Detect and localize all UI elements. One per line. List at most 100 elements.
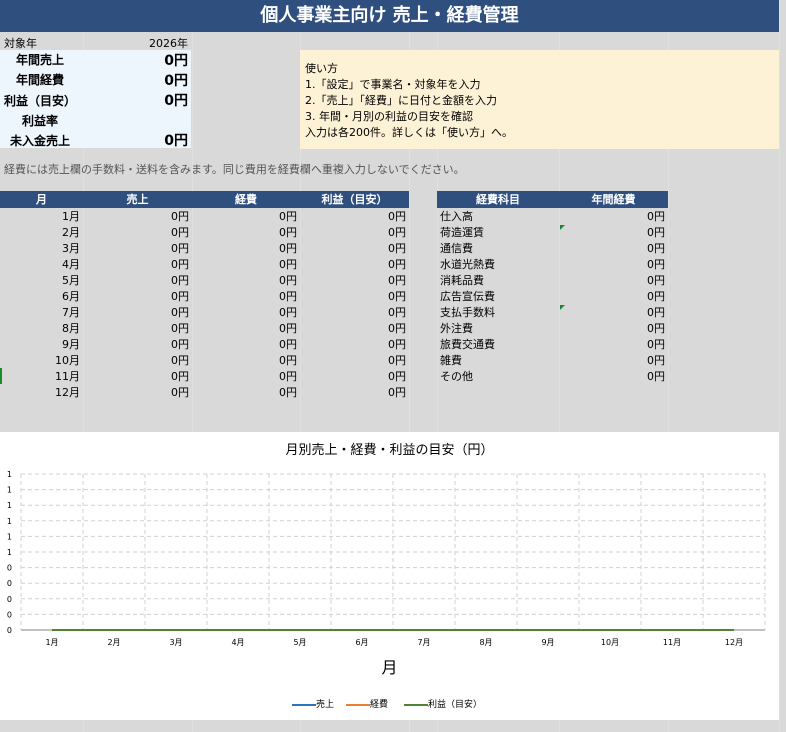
legend-swatch-expense — [346, 704, 370, 706]
profit-cell[interactable]: 0円 — [300, 289, 406, 305]
expense-category-cell[interactable]: 通信費 — [440, 241, 473, 257]
sales-cell[interactable]: 0円 — [83, 273, 189, 289]
expense-cell[interactable]: 0円 — [192, 337, 297, 353]
expense-cell[interactable]: 0円 — [192, 209, 297, 225]
summary-value-annual-expense[interactable]: 0円 — [100, 70, 188, 90]
month-cell[interactable]: 10月 — [0, 353, 80, 369]
expense-cell[interactable]: 0円 — [192, 369, 297, 385]
month-cell[interactable]: 1月 — [0, 209, 80, 225]
header-expense-category: 経費科目 — [437, 191, 559, 208]
header-annual-expense: 年間経費 — [559, 191, 668, 208]
sales-cell[interactable]: 0円 — [83, 305, 189, 321]
y-tick-label: 1 — [7, 486, 12, 495]
expense-category-cell[interactable]: 支払手数料 — [440, 305, 495, 321]
summary-label-unpaid-sales: 未入金売上 — [10, 134, 71, 148]
profit-cell[interactable]: 0円 — [300, 241, 406, 257]
expense-category-cell[interactable]: 雑費 — [440, 353, 462, 369]
expense-amount-cell[interactable]: 0円 — [559, 369, 665, 385]
profit-cell[interactable]: 0円 — [300, 225, 406, 241]
expense-amount-cell[interactable]: 0円 — [559, 241, 665, 257]
expense-cell[interactable]: 0円 — [192, 305, 297, 321]
expense-cell[interactable]: 0円 — [192, 385, 297, 401]
month-cell[interactable]: 9月 — [0, 337, 80, 353]
month-cell[interactable]: 8月 — [0, 321, 80, 337]
comment-marker-icon[interactable] — [560, 305, 565, 310]
expense-amount-cell[interactable]: 0円 — [559, 305, 665, 321]
profit-cell[interactable]: 0円 — [300, 209, 406, 225]
expense-category-cell[interactable]: 仕入高 — [440, 209, 473, 225]
expense-cell[interactable]: 0円 — [192, 257, 297, 273]
expense-amount-cell[interactable]: 0円 — [559, 273, 665, 289]
summary-value-profit[interactable]: 0円 — [100, 90, 188, 110]
sales-cell[interactable]: 0円 — [83, 369, 189, 385]
expense-amount-cell[interactable]: 0円 — [559, 209, 665, 225]
sales-cell[interactable]: 0円 — [83, 321, 189, 337]
expense-cell[interactable]: 0円 — [192, 353, 297, 369]
sales-cell[interactable]: 0円 — [83, 241, 189, 257]
x-tick-label: 10月 — [601, 638, 619, 647]
sales-cell[interactable]: 0円 — [83, 353, 189, 369]
expense-category-cell[interactable]: 荷造運賃 — [440, 225, 484, 241]
profit-cell[interactable]: 0円 — [300, 257, 406, 273]
sales-cell[interactable]: 0円 — [83, 337, 189, 353]
month-cell[interactable]: 12月 — [0, 385, 80, 401]
month-cell[interactable]: 4月 — [0, 257, 80, 273]
month-cell[interactable]: 3月 — [0, 241, 80, 257]
expense-category-cell[interactable]: その他 — [440, 369, 473, 385]
y-tick-label: 0 — [7, 595, 12, 604]
y-tick-label: 0 — [7, 564, 12, 573]
expense-category-cell[interactable]: 広告宣伝費 — [440, 289, 495, 305]
howto-line-2: 2.「売上」「経費」に日付と金額を入力 — [305, 94, 497, 107]
month-cell[interactable]: 5月 — [0, 273, 80, 289]
month-cell[interactable]: 2月 — [0, 225, 80, 241]
profit-cell[interactable]: 0円 — [300, 369, 406, 385]
expense-cell[interactable]: 0円 — [192, 289, 297, 305]
expense-cell[interactable]: 0円 — [192, 273, 297, 289]
x-tick-label: 11月 — [663, 638, 681, 647]
x-tick-label: 9月 — [541, 638, 554, 647]
expense-cell[interactable]: 0円 — [192, 225, 297, 241]
expense-category-cell[interactable]: 外注費 — [440, 321, 473, 337]
expense-amount-cell[interactable]: 0円 — [559, 289, 665, 305]
sales-cell[interactable]: 0円 — [83, 225, 189, 241]
chart-x-axis-label: 月 — [381, 658, 398, 677]
y-tick-label: 1 — [7, 532, 12, 541]
month-cell[interactable]: 11月 — [0, 369, 80, 385]
header-profit: 利益（目安） — [300, 191, 409, 208]
expense-category-cell[interactable]: 旅費交通費 — [440, 337, 495, 353]
summary-value-annual-sales[interactable]: 0円 — [100, 50, 188, 70]
profit-cell[interactable]: 0円 — [300, 305, 406, 321]
profit-cell[interactable]: 0円 — [300, 353, 406, 369]
expense-category-cell[interactable]: 消耗品費 — [440, 273, 484, 289]
summary-label-profit: 利益（目安） — [4, 94, 77, 108]
sales-cell[interactable]: 0円 — [83, 209, 189, 225]
expense-category-cell[interactable]: 水道光熱費 — [440, 257, 495, 273]
row-selection-marker — [0, 368, 2, 384]
target-year-value[interactable]: 2026年 — [100, 35, 188, 51]
summary-value-unpaid-sales[interactable]: 0円 — [100, 130, 188, 150]
month-cell[interactable]: 6月 — [0, 289, 80, 305]
summary-label-profit-rate: 利益率 — [22, 114, 59, 128]
profit-cell[interactable]: 0円 — [300, 385, 406, 401]
comment-marker-icon[interactable] — [560, 225, 565, 230]
expense-amount-cell[interactable]: 0円 — [559, 225, 665, 241]
profit-cell[interactable]: 0円 — [300, 321, 406, 337]
profit-cell[interactable]: 0円 — [300, 273, 406, 289]
expense-amount-cell[interactable]: 0円 — [559, 337, 665, 353]
expense-amount-cell[interactable]: 0円 — [559, 321, 665, 337]
expense-cell[interactable]: 0円 — [192, 241, 297, 257]
sales-cell[interactable]: 0円 — [83, 289, 189, 305]
profit-cell[interactable]: 0円 — [300, 337, 406, 353]
target-year-label: 対象年 — [4, 37, 37, 50]
legend-swatch-profit — [404, 704, 428, 706]
legend-label-sales: 売上 — [316, 700, 335, 710]
expense-amount-cell[interactable]: 0円 — [559, 257, 665, 273]
x-tick-label: 12月 — [725, 638, 743, 647]
sales-cell[interactable]: 0円 — [83, 257, 189, 273]
y-tick-label: 0 — [7, 610, 12, 619]
expense-cell[interactable]: 0円 — [192, 321, 297, 337]
sales-cell[interactable]: 0円 — [83, 385, 189, 401]
expense-amount-cell[interactable]: 0円 — [559, 353, 665, 369]
month-cell[interactable]: 7月 — [0, 305, 80, 321]
y-tick-label: 1 — [7, 501, 12, 510]
